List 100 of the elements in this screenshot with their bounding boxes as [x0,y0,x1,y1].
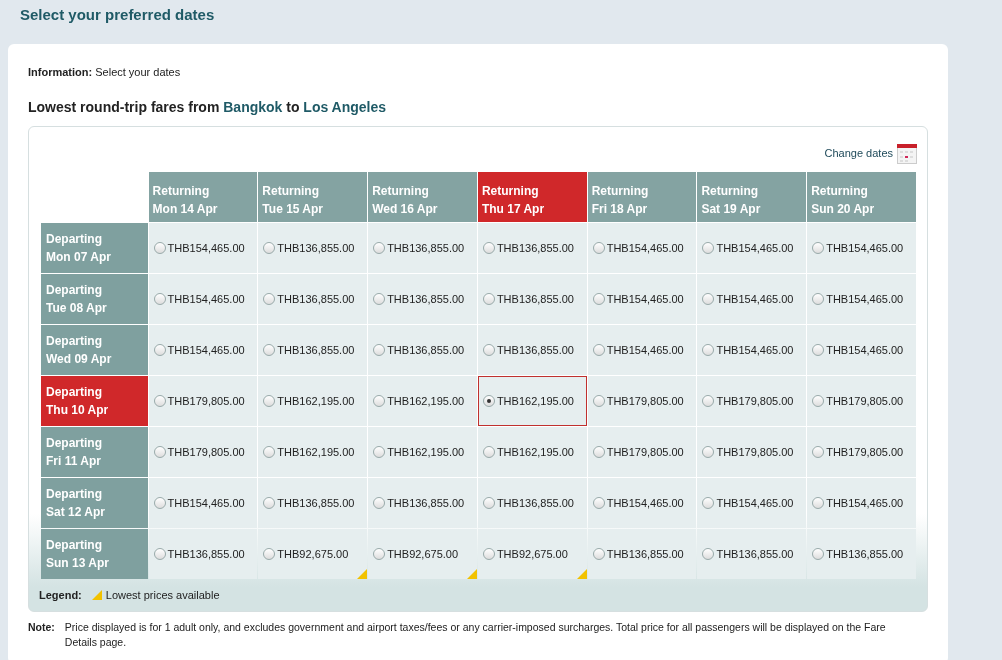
radio-button[interactable] [482,496,495,509]
fare-price: THB92,675.00 [387,547,459,560]
radio-button[interactable] [153,241,166,254]
lowest-price-icon [91,590,102,600]
fare-price: THB162,195.00 [387,394,465,407]
radio-button[interactable] [592,241,605,254]
header-label: Departing [46,230,103,248]
radio-button[interactable] [373,547,386,560]
radio-button[interactable] [373,241,386,254]
fare-price: THB179,805.00 [167,394,245,407]
radio-button[interactable] [153,496,166,509]
radio-button[interactable] [812,343,825,356]
radio-button[interactable] [153,445,166,458]
radio-button[interactable] [373,496,386,509]
radio-button[interactable] [592,547,605,560]
radio-button[interactable] [153,394,166,407]
radio-button[interactable] [702,241,715,254]
radio-button[interactable] [702,343,715,356]
radio-button[interactable] [812,241,825,254]
radio-button[interactable] [373,445,386,458]
row-header[interactable]: Departing Sun 13 Apr [41,528,148,579]
radio-button[interactable] [592,496,605,509]
radio-button[interactable] [592,445,605,458]
radio-button[interactable] [812,547,825,560]
radio-button[interactable] [263,394,276,407]
fare-price: THB154,465.00 [606,241,684,254]
column-header[interactable]: Returning Wed 16 Apr [368,171,477,222]
row-header[interactable]: Departing Thu 10 Apr [41,375,148,426]
radio-button[interactable] [263,496,276,509]
radio-button[interactable] [373,292,386,305]
column-header[interactable]: Returning Thu 17 Apr [477,171,587,222]
radio-button[interactable] [592,394,605,407]
radio-button[interactable] [263,445,276,458]
header-label: Returning [701,182,760,200]
header-label: Departing [46,434,103,452]
header-label: Departing [46,485,103,503]
fare-price: THB136,855.00 [606,547,684,560]
radio-button[interactable] [373,394,386,407]
radio-button[interactable] [592,292,605,305]
header-label: Returning [372,182,430,200]
fare-price: THB154,465.00 [716,292,794,305]
radio-button[interactable] [263,241,276,254]
row-header[interactable]: Departing Sat 12 Apr [41,477,148,528]
header-date: Sun 13 Apr [46,554,110,572]
fare-price: THB136,855.00 [387,496,465,509]
legend-text: Lowest prices available [105,587,220,603]
header-label: Departing [46,281,103,299]
row-header[interactable]: Departing Fri 11 Apr [41,426,148,477]
radio-button[interactable] [812,445,825,458]
note-label: Note: [28,619,55,635]
header-date: Mon 14 Apr [152,200,219,218]
fare-price: THB179,805.00 [716,394,794,407]
fare-price: THB136,855.00 [387,241,465,254]
header-label: Departing [46,332,103,350]
change-dates-link[interactable]: Change dates [824,145,893,162]
row-header[interactable]: Departing Mon 07 Apr [41,222,148,273]
row-header[interactable]: Departing Wed 09 Apr [41,324,148,375]
column-header[interactable]: Returning Sat 19 Apr [697,171,807,222]
fare-price: THB154,465.00 [606,343,684,356]
calendar-icon[interactable] [897,143,917,164]
fare-price: THB92,675.00 [277,547,349,560]
fare-price: THB179,805.00 [826,394,904,407]
radio-button[interactable] [263,547,276,560]
header-label: Returning [591,182,650,200]
header-label: Departing [46,536,103,554]
radio-button[interactable] [812,292,825,305]
radio-button[interactable] [153,292,166,305]
radio-button[interactable] [702,496,715,509]
fare-price: THB154,465.00 [606,292,684,305]
column-header[interactable]: Returning Fri 18 Apr [587,171,697,222]
radio-button[interactable] [263,292,276,305]
radio-button[interactable] [263,343,276,356]
radio-button[interactable] [482,343,495,356]
radio-button[interactable] [702,394,715,407]
radio-button[interactable] [812,394,825,407]
radio-button[interactable] [482,547,495,560]
column-header[interactable]: Returning Tue 15 Apr [258,171,368,222]
fare-price: THB136,855.00 [277,292,355,305]
column-header[interactable]: Returning Sun 20 Apr [807,171,916,222]
radio-button[interactable] [702,547,715,560]
radio-button[interactable] [482,445,495,458]
fare-price: THB136,855.00 [277,343,355,356]
radio-button[interactable] [482,241,495,254]
radio-button[interactable] [153,547,166,560]
radio-button[interactable] [373,343,386,356]
fare-price: THB162,195.00 [496,394,574,407]
radio-button[interactable] [592,343,605,356]
radio-button[interactable] [702,292,715,305]
fare-price: THB154,465.00 [716,241,794,254]
fare-price: THB162,195.00 [496,445,574,458]
row-header[interactable]: Departing Tue 08 Apr [41,273,148,324]
fare-price: THB154,465.00 [606,496,684,509]
fare-price: THB154,465.00 [167,343,245,356]
column-header[interactable]: Returning Mon 14 Apr [148,171,258,222]
radio-button[interactable] [702,445,715,458]
radio-button[interactable] [153,343,166,356]
radio-button[interactable] [482,394,495,407]
radio-button[interactable] [482,292,495,305]
fare-price: THB154,465.00 [167,496,245,509]
radio-button[interactable] [812,496,825,509]
